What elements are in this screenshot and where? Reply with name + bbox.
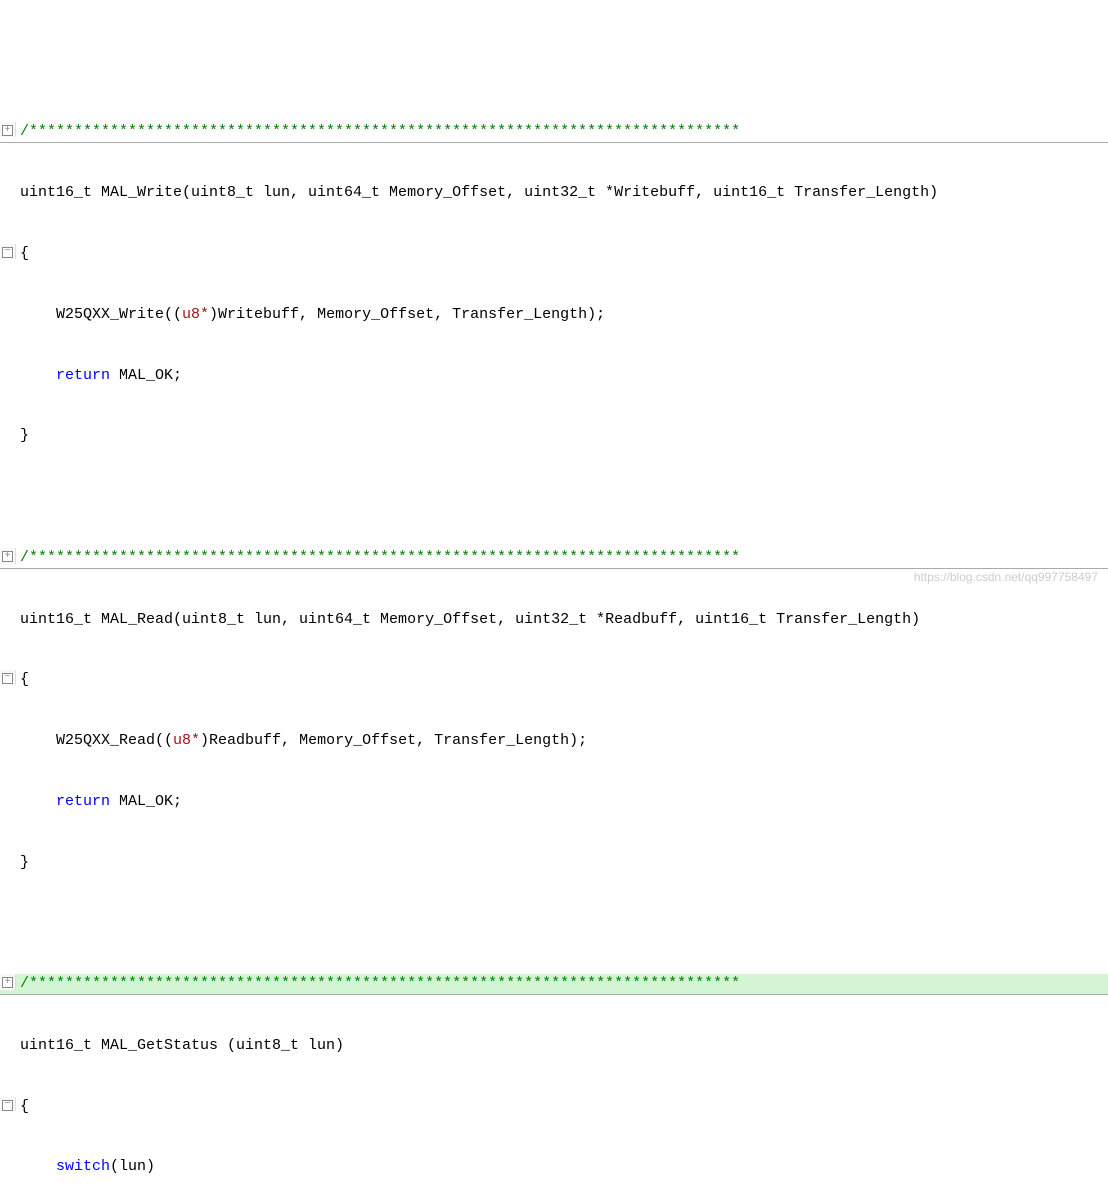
fold-plus-icon[interactable]: + — [2, 551, 13, 562]
fold-gutter[interactable]: − — [0, 244, 16, 259]
function-signature: uint16_t MAL_Write(uint8_t lun, uint64_t… — [16, 183, 1108, 203]
fold-gutter[interactable]: + — [0, 974, 16, 990]
blank-line — [16, 487, 1108, 507]
brace: { — [16, 670, 1108, 690]
code-line: uint16_t MAL_Write(uint8_t lun, uint64_t… — [0, 183, 1108, 203]
brace: } — [16, 853, 1108, 873]
blank-line — [16, 913, 1108, 933]
fold-plus-icon[interactable]: + — [2, 125, 13, 136]
code-line: switch(lun) — [0, 1157, 1108, 1177]
function-signature: uint16_t MAL_GetStatus (uint8_t lun) — [16, 1036, 1108, 1056]
comment-line: /***************************************… — [16, 122, 1108, 142]
code-text: W25QXX_Read((u8*)Readbuff, Memory_Offset… — [16, 731, 1108, 751]
code-text: switch(lun) — [16, 1157, 1108, 1177]
code-line: W25QXX_Read((u8*)Readbuff, Memory_Offset… — [0, 731, 1108, 751]
watermark: https://blog.csdn.net/qq997758497 — [914, 569, 1098, 585]
fold-minus-icon[interactable]: − — [2, 247, 13, 258]
brace: { — [16, 244, 1108, 264]
code-line: return MAL_OK; — [0, 366, 1108, 386]
code-text: return MAL_OK; — [16, 366, 1108, 386]
code-line-highlighted: + /*************************************… — [0, 974, 1108, 995]
fold-minus-icon[interactable]: − — [2, 673, 13, 684]
code-line: uint16_t MAL_GetStatus (uint8_t lun) — [0, 1036, 1108, 1056]
code-line: return MAL_OK; — [0, 792, 1108, 812]
fold-gutter[interactable]: − — [0, 1097, 16, 1112]
code-text: W25QXX_Write((u8*)Writebuff, Memory_Offs… — [16, 305, 1108, 325]
code-line — [0, 487, 1108, 507]
fold-gutter[interactable]: + — [0, 548, 16, 564]
comment-line: /***************************************… — [16, 548, 1108, 568]
code-line: − { — [0, 244, 1108, 264]
code-line: − { — [0, 670, 1108, 690]
fold-plus-icon[interactable]: + — [2, 977, 13, 988]
code-line: + /*************************************… — [0, 122, 1108, 143]
code-line: } — [0, 426, 1108, 446]
code-line: } — [0, 853, 1108, 873]
comment-line: /***************************************… — [16, 974, 1108, 994]
code-editor[interactable]: + /*************************************… — [0, 81, 1108, 1186]
code-text: return MAL_OK; — [16, 792, 1108, 812]
code-line: + /*************************************… — [0, 548, 1108, 569]
brace: } — [16, 426, 1108, 446]
fold-gutter[interactable]: + — [0, 122, 16, 138]
brace: { — [16, 1097, 1108, 1117]
fold-minus-icon[interactable]: − — [2, 1100, 13, 1111]
code-line: − { — [0, 1097, 1108, 1117]
fold-gutter[interactable]: − — [0, 670, 16, 685]
code-line: uint16_t MAL_Read(uint8_t lun, uint64_t … — [0, 610, 1108, 630]
function-signature: uint16_t MAL_Read(uint8_t lun, uint64_t … — [16, 610, 1108, 630]
code-line: W25QXX_Write((u8*)Writebuff, Memory_Offs… — [0, 305, 1108, 325]
code-line — [0, 913, 1108, 933]
